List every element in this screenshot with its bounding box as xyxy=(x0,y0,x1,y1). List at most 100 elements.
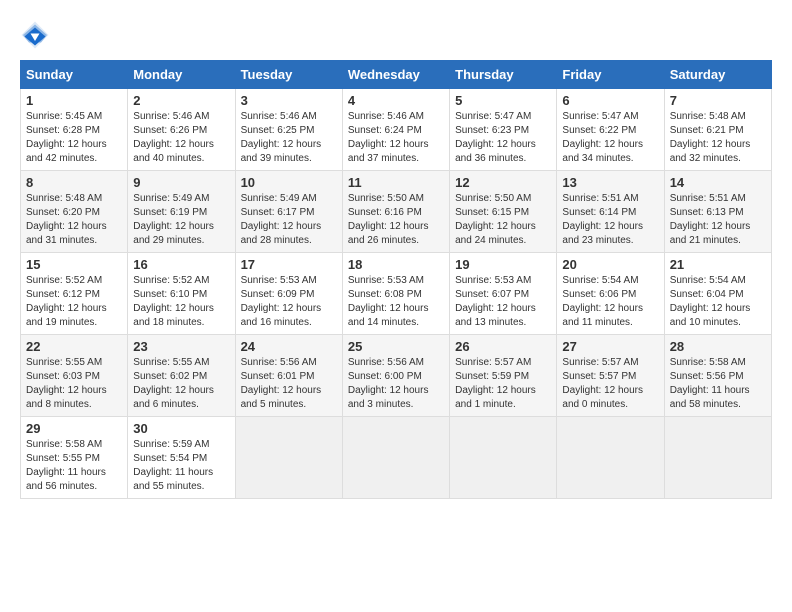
weekday-header: Tuesday xyxy=(235,61,342,89)
day-number: 3 xyxy=(241,93,337,108)
calendar-cell: 14 Sunrise: 5:51 AMSunset: 6:13 PMDayligh… xyxy=(664,171,771,253)
calendar-cell: 16 Sunrise: 5:52 AMSunset: 6:10 PMDayligh… xyxy=(128,253,235,335)
day-info: Sunrise: 5:48 AMSunset: 6:21 PMDaylight:… xyxy=(670,110,766,166)
day-number: 16 xyxy=(133,257,229,272)
day-number: 19 xyxy=(455,257,551,272)
calendar-cell: 11Sunrise: 5:50 AMSunset: 6:16 PMDayligh… xyxy=(342,171,449,253)
day-info: Sunrise: 5:52 AMSunset: 6:10 PMDaylight:… xyxy=(133,274,229,330)
calendar-cell: 26 Sunrise: 5:57 AMSunset: 5:59 PMDayligh… xyxy=(450,335,557,417)
day-info: Sunrise: 5:53 AMSunset: 6:07 PMDaylight:… xyxy=(455,274,551,330)
calendar-cell xyxy=(342,417,449,499)
day-number: 27 xyxy=(562,339,658,354)
logo xyxy=(20,20,54,50)
calendar-body: 1Sunrise: 5:45 AMSunset: 6:28 PMDaylight… xyxy=(21,89,772,499)
day-info: Sunrise: 5:49 AMSunset: 6:17 PMDaylight:… xyxy=(241,192,337,248)
calendar-header: SundayMondayTuesdayWednesdayThursdayFrid… xyxy=(21,61,772,89)
day-number: 1 xyxy=(26,93,122,108)
calendar-cell: 7 Sunrise: 5:48 AMSunset: 6:21 PMDaylight… xyxy=(664,89,771,171)
day-number: 11 xyxy=(348,175,444,190)
day-number: 4 xyxy=(348,93,444,108)
calendar-week-row: 8 Sunrise: 5:48 AMSunset: 6:20 PMDaylight… xyxy=(21,171,772,253)
day-info: Sunrise: 5:55 AMSunset: 6:02 PMDaylight:… xyxy=(133,356,229,412)
day-number: 10 xyxy=(241,175,337,190)
day-number: 5 xyxy=(455,93,551,108)
day-info: Sunrise: 5:46 AMSunset: 6:25 PMDaylight:… xyxy=(241,110,337,166)
day-info: Sunrise: 5:46 AMSunset: 6:24 PMDaylight:… xyxy=(348,110,444,166)
day-info: Sunrise: 5:54 AMSunset: 6:04 PMDaylight:… xyxy=(670,274,766,330)
day-info: Sunrise: 5:56 AMSunset: 6:01 PMDaylight:… xyxy=(241,356,337,412)
calendar-week-row: 1Sunrise: 5:45 AMSunset: 6:28 PMDaylight… xyxy=(21,89,772,171)
day-number: 15 xyxy=(26,257,122,272)
calendar-cell: 9Sunrise: 5:49 AMSunset: 6:19 PMDaylight… xyxy=(128,171,235,253)
day-info: Sunrise: 5:53 AMSunset: 6:09 PMDaylight:… xyxy=(241,274,337,330)
day-info: Sunrise: 5:57 AMSunset: 5:57 PMDaylight:… xyxy=(562,356,658,412)
calendar-cell xyxy=(450,417,557,499)
weekday-header-row: SundayMondayTuesdayWednesdayThursdayFrid… xyxy=(21,61,772,89)
calendar-cell: 13 Sunrise: 5:51 AMSunset: 6:14 PMDayligh… xyxy=(557,171,664,253)
weekday-header: Friday xyxy=(557,61,664,89)
day-number: 12 xyxy=(455,175,551,190)
calendar-cell: 19 Sunrise: 5:53 AMSunset: 6:07 PMDayligh… xyxy=(450,253,557,335)
calendar-cell xyxy=(235,417,342,499)
day-number: 28 xyxy=(670,339,766,354)
calendar-cell: 18 Sunrise: 5:53 AMSunset: 6:08 PMDayligh… xyxy=(342,253,449,335)
day-info: Sunrise: 5:56 AMSunset: 6:00 PMDaylight:… xyxy=(348,356,444,412)
calendar-cell: 10 Sunrise: 5:49 AMSunset: 6:17 PMDayligh… xyxy=(235,171,342,253)
calendar-cell: 20 Sunrise: 5:54 AMSunset: 6:06 PMDayligh… xyxy=(557,253,664,335)
day-info: Sunrise: 5:54 AMSunset: 6:06 PMDaylight:… xyxy=(562,274,658,330)
day-info: Sunrise: 5:49 AMSunset: 6:19 PMDaylight:… xyxy=(133,192,229,248)
day-info: Sunrise: 5:47 AMSunset: 6:23 PMDaylight:… xyxy=(455,110,551,166)
page-header xyxy=(20,20,772,50)
day-number: 14 xyxy=(670,175,766,190)
day-info: Sunrise: 5:52 AMSunset: 6:12 PMDaylight:… xyxy=(26,274,122,330)
day-info: Sunrise: 5:51 AMSunset: 6:14 PMDaylight:… xyxy=(562,192,658,248)
day-number: 2 xyxy=(133,93,229,108)
day-info: Sunrise: 5:50 AMSunset: 6:15 PMDaylight:… xyxy=(455,192,551,248)
calendar-cell: 25 Sunrise: 5:56 AMSunset: 6:00 PMDayligh… xyxy=(342,335,449,417)
day-info: Sunrise: 5:58 AMSunset: 5:56 PMDaylight:… xyxy=(670,356,766,412)
logo-icon xyxy=(20,20,50,50)
day-info: Sunrise: 5:51 AMSunset: 6:13 PMDaylight:… xyxy=(670,192,766,248)
day-info: Sunrise: 5:58 AMSunset: 5:55 PMDaylight:… xyxy=(26,438,122,494)
calendar-cell: 28 Sunrise: 5:58 AMSunset: 5:56 PMDayligh… xyxy=(664,335,771,417)
day-info: Sunrise: 5:59 AMSunset: 5:54 PMDaylight:… xyxy=(133,438,229,494)
day-number: 13 xyxy=(562,175,658,190)
day-info: Sunrise: 5:53 AMSunset: 6:08 PMDaylight:… xyxy=(348,274,444,330)
day-number: 30 xyxy=(133,421,229,436)
day-number: 18 xyxy=(348,257,444,272)
calendar-cell: 27 Sunrise: 5:57 AMSunset: 5:57 PMDayligh… xyxy=(557,335,664,417)
day-number: 26 xyxy=(455,339,551,354)
calendar-cell xyxy=(664,417,771,499)
calendar-week-row: 29 Sunrise: 5:58 AMSunset: 5:55 PMDayligh… xyxy=(21,417,772,499)
calendar-cell: 12 Sunrise: 5:50 AMSunset: 6:15 PMDayligh… xyxy=(450,171,557,253)
calendar-cell: 17Sunrise: 5:53 AMSunset: 6:09 PMDayligh… xyxy=(235,253,342,335)
calendar-cell: 3 Sunrise: 5:46 AMSunset: 6:25 PMDaylight… xyxy=(235,89,342,171)
day-info: Sunrise: 5:55 AMSunset: 6:03 PMDaylight:… xyxy=(26,356,122,412)
day-number: 24 xyxy=(241,339,337,354)
calendar-cell: 22 Sunrise: 5:55 AMSunset: 6:03 PMDayligh… xyxy=(21,335,128,417)
weekday-header: Sunday xyxy=(21,61,128,89)
day-number: 25 xyxy=(348,339,444,354)
calendar-cell: 29 Sunrise: 5:58 AMSunset: 5:55 PMDayligh… xyxy=(21,417,128,499)
day-number: 8 xyxy=(26,175,122,190)
day-number: 21 xyxy=(670,257,766,272)
day-number: 7 xyxy=(670,93,766,108)
day-number: 22 xyxy=(26,339,122,354)
weekday-header: Wednesday xyxy=(342,61,449,89)
day-number: 29 xyxy=(26,421,122,436)
calendar-cell: 15 Sunrise: 5:52 AMSunset: 6:12 PMDayligh… xyxy=(21,253,128,335)
calendar-cell: 30 Sunrise: 5:59 AMSunset: 5:54 PMDayligh… xyxy=(128,417,235,499)
day-info: Sunrise: 5:48 AMSunset: 6:20 PMDaylight:… xyxy=(26,192,122,248)
calendar-cell xyxy=(557,417,664,499)
day-number: 20 xyxy=(562,257,658,272)
calendar-cell: 2 Sunrise: 5:46 AMSunset: 6:26 PMDaylight… xyxy=(128,89,235,171)
day-number: 6 xyxy=(562,93,658,108)
calendar-table: SundayMondayTuesdayWednesdayThursdayFrid… xyxy=(20,60,772,499)
calendar-week-row: 22 Sunrise: 5:55 AMSunset: 6:03 PMDayligh… xyxy=(21,335,772,417)
calendar-cell: 4 Sunrise: 5:46 AMSunset: 6:24 PMDaylight… xyxy=(342,89,449,171)
calendar-cell: 5 Sunrise: 5:47 AMSunset: 6:23 PMDaylight… xyxy=(450,89,557,171)
calendar-cell: 6Sunrise: 5:47 AMSunset: 6:22 PMDaylight… xyxy=(557,89,664,171)
day-info: Sunrise: 5:46 AMSunset: 6:26 PMDaylight:… xyxy=(133,110,229,166)
calendar-cell: 8 Sunrise: 5:48 AMSunset: 6:20 PMDaylight… xyxy=(21,171,128,253)
day-info: Sunrise: 5:57 AMSunset: 5:59 PMDaylight:… xyxy=(455,356,551,412)
